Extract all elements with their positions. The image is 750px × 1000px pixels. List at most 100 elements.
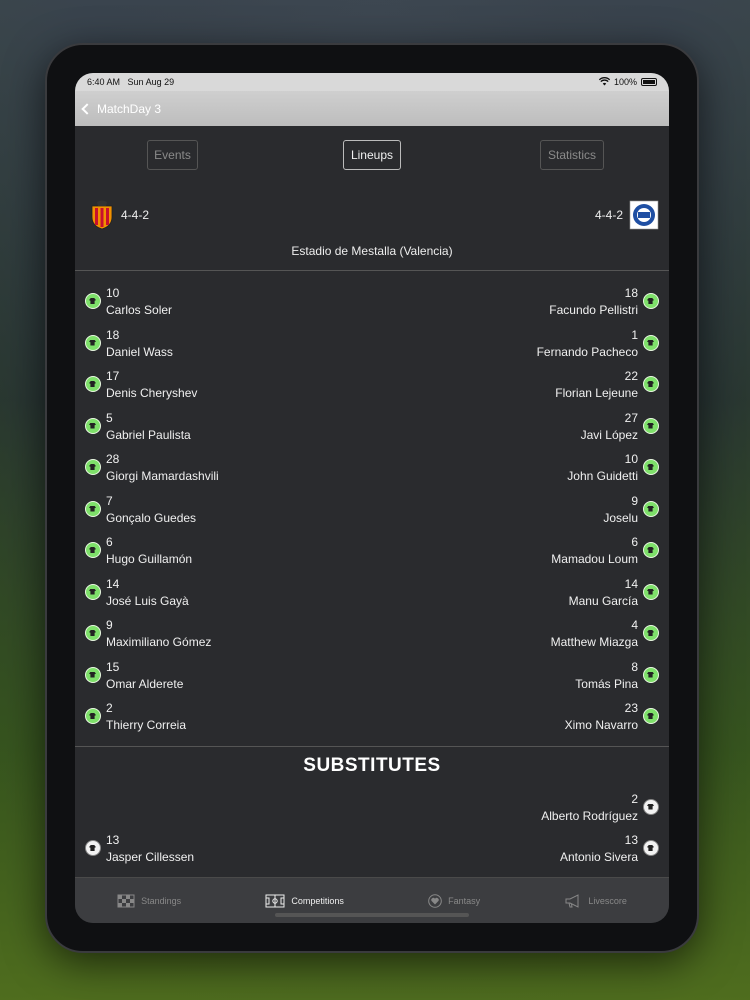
home-player[interactable]: 5 Gabriel Paulista: [106, 410, 191, 444]
home-player-name: Daniel Wass: [106, 344, 173, 359]
player-row: 5 Gabriel Paulista 27 Javi López: [75, 410, 669, 452]
jersey-icon: [643, 798, 659, 815]
home-player[interactable]: 15 Omar Alderete: [106, 659, 183, 693]
player-row: 7 Gonçalo Guedes 9 Joselu: [75, 493, 669, 535]
jersey-icon: [643, 542, 659, 558]
chevron-left-icon: [81, 102, 93, 115]
tab-competitions-label: Competitions: [291, 895, 344, 906]
away-player[interactable]: 27 Javi López: [581, 410, 638, 444]
away-player[interactable]: 6 Mamadou Loum: [551, 534, 638, 568]
tab-bar: Standings Competitions Fantasy Livescore: [75, 877, 669, 923]
away-player-name: Javi López: [580, 427, 638, 442]
away-player-name: Tomás Pina: [575, 676, 638, 691]
jersey-icon: [643, 840, 659, 856]
away-player[interactable]: 18 Facundo Pellistri: [549, 285, 638, 319]
home-player-name: Thierry Correia: [106, 718, 187, 732]
jersey-icon: [643, 293, 659, 309]
home-player-name: Gonçalo Guedes: [106, 510, 197, 525]
home-player[interactable]: 14 José Luis Gayà: [106, 576, 189, 610]
home-indicator[interactable]: [275, 913, 469, 917]
tab-standings[interactable]: Standings: [117, 894, 181, 908]
player-row: 13 Jasper Cillessen 13 Antonio Sivera: [75, 832, 669, 874]
tab-livescore[interactable]: Livescore: [564, 893, 627, 908]
home-formation: 4-4-2: [121, 208, 150, 222]
app-screen: 6:40 AM Sun Aug 29 100% MatchDay 3 Event…: [75, 73, 669, 923]
home-player[interactable]: 6 Hugo Guillamón: [106, 534, 192, 568]
player-row: 9 Maximiliano Gómez 4 Matthew Miazga: [75, 617, 669, 659]
home-player-number: 28: [106, 452, 120, 466]
away-player-number: 22: [624, 369, 638, 383]
home-player-number: 18: [106, 327, 120, 342]
away-player[interactable]: 4 Matthew Miazga: [551, 617, 638, 651]
away-player-name: Matthew Miazga: [550, 635, 638, 649]
away-formation: 4-4-2: [594, 208, 623, 222]
player-row: 14 José Luis Gayà 14 Manu García: [75, 576, 669, 618]
away-player-name: Antonio Sivera: [559, 850, 638, 864]
jersey-icon: [85, 417, 101, 434]
away-player[interactable]: 13 Antonio Sivera: [560, 832, 638, 866]
player-row: 2 Thierry Correia 23 Ximo Navarro: [75, 700, 669, 742]
jersey-icon: [85, 542, 101, 558]
home-player[interactable]: 18 Daniel Wass: [106, 327, 173, 361]
home-player-number: 14: [106, 576, 120, 591]
away-player[interactable]: 2 Alberto Rodríguez: [541, 791, 638, 825]
away-player-name: Facundo Pellistri: [549, 303, 638, 317]
jersey-icon: [85, 334, 101, 351]
jersey-icon: [643, 334, 659, 351]
away-player[interactable]: 9 Joselu: [603, 493, 638, 527]
away-player-name: Manu García: [568, 593, 638, 608]
away-player[interactable]: 1 Fernando Pacheco: [537, 327, 638, 361]
away-player-name: Mamadou Loum: [551, 552, 638, 566]
jersey-icon: [85, 840, 101, 856]
away-player-name: Fernando Pacheco: [536, 344, 638, 359]
home-player-name: José Luis Gayà: [106, 593, 189, 608]
away-player-name: Joselu: [603, 510, 638, 525]
home-player-name: Jasper Cillessen: [106, 850, 195, 864]
checkered-flag-icon: [117, 894, 135, 907]
jersey-icon: [643, 417, 659, 434]
away-player[interactable]: 22 Florian Lejeune: [555, 368, 638, 402]
home-player[interactable]: 17 Denis Cheryshev: [106, 368, 197, 402]
tab-events[interactable]: Events: [147, 140, 198, 170]
tab-fantasy-label: Fantasy: [448, 895, 481, 906]
home-player-number: 15: [106, 659, 120, 674]
tab-lineups[interactable]: Lineups: [343, 140, 401, 170]
home-player[interactable]: 28 Giorgi Mamardashvili: [106, 451, 219, 485]
status-date: Sun Aug 29: [127, 77, 175, 87]
back-button[interactable]: MatchDay 3: [81, 102, 161, 116]
away-player[interactable]: 8 Tomás Pina: [575, 659, 638, 693]
away-player[interactable]: 10 John Guidetti: [567, 451, 638, 485]
away-player-number: 8: [631, 659, 638, 674]
pitch-icon: [265, 894, 285, 907]
status-bar: 6:40 AM Sun Aug 29 100%: [75, 73, 669, 91]
jersey-icon: [643, 376, 659, 392]
home-player[interactable]: 10 Carlos Soler: [106, 285, 172, 319]
player-row: 17 Denis Cheryshev 22 Florian Lejeune: [75, 368, 669, 410]
home-team-crest: [91, 200, 113, 230]
away-player-number: 14: [624, 576, 638, 591]
tab-competitions[interactable]: Competitions: [265, 894, 344, 908]
home-player-name: Gabriel Paulista: [106, 427, 191, 442]
substitutes-title: SUBSTITUTES: [303, 754, 441, 776]
home-player-name: Denis Cheryshev: [106, 386, 198, 400]
away-player-number: 27: [624, 410, 638, 425]
player-row: 6 Hugo Guillamón 6 Mamadou Loum: [75, 534, 669, 576]
stadium-name: Estadio de Mestalla (Valencia): [291, 244, 453, 258]
home-player[interactable]: 7 Gonçalo Guedes: [106, 493, 196, 527]
away-player-name: Alberto Rodríguez: [541, 808, 638, 823]
away-player-number: 9: [631, 493, 638, 508]
jersey-icon: [643, 666, 659, 683]
home-player-name: Hugo Guillamón: [106, 552, 193, 566]
home-player[interactable]: 9 Maximiliano Gómez: [106, 617, 211, 651]
tab-statistics[interactable]: Statistics: [540, 140, 604, 170]
away-player[interactable]: 14 Manu García: [569, 576, 638, 610]
away-team-crest: [629, 200, 659, 230]
home-player-number: 10: [106, 286, 120, 300]
heart-icon: [428, 893, 442, 908]
home-player[interactable]: 2 Thierry Correia: [106, 700, 186, 734]
away-player[interactable]: 23 Ximo Navarro: [565, 700, 638, 734]
home-player[interactable]: 13 Jasper Cillessen: [106, 832, 194, 866]
navigation-bar: MatchDay 3: [75, 91, 669, 126]
jersey-icon: [85, 583, 101, 600]
tab-fantasy[interactable]: Fantasy: [428, 893, 481, 908]
